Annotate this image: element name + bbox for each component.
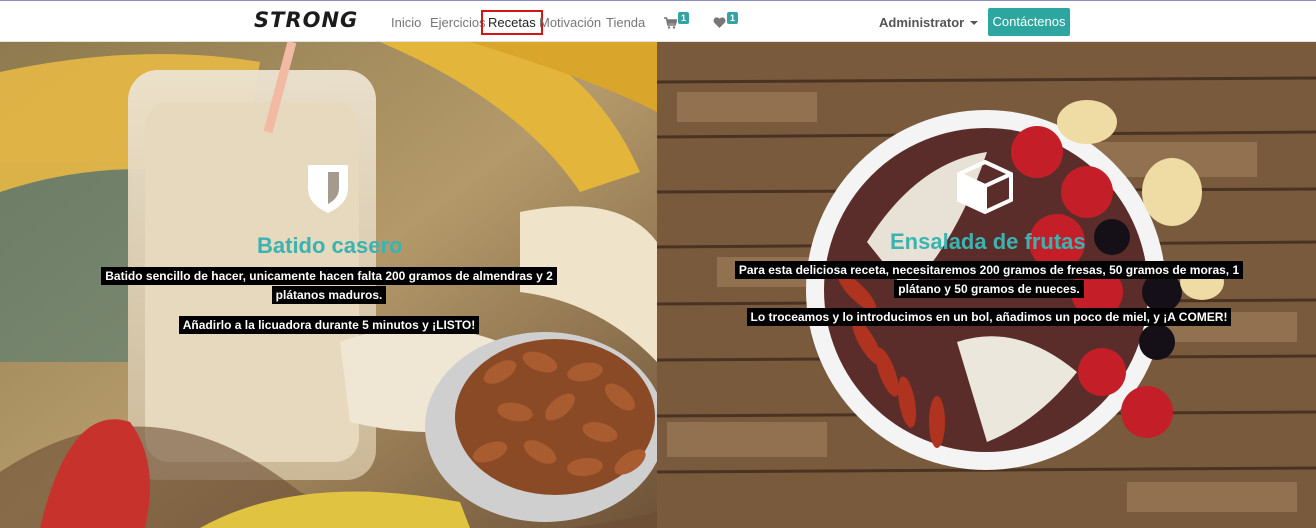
recipe-card-ensalada: Ensalada de frutas Para esta deliciosa r…: [657, 42, 1316, 528]
caret-down-icon: [970, 21, 979, 25]
nav-link-recetas[interactable]: Recetas: [481, 10, 543, 35]
cube-icon: [957, 160, 1013, 214]
recipe-title: Batido casero: [257, 233, 403, 258]
wishlist-count-badge: 1: [727, 12, 739, 24]
recipe-paragraph-2: Lo troceamos y lo introducimos en un bol…: [746, 308, 1232, 326]
nav-link-ejercicios[interactable]: Ejercicios: [430, 15, 486, 30]
recipe-paragraph-1: Batido sencillo de hacer, unicamente hac…: [101, 267, 557, 304]
cart-link[interactable]: 1: [664, 12, 690, 29]
wishlist-link[interactable]: 1: [713, 12, 739, 29]
recipe-instructions: Lo troceamos y lo introducimos en un bol…: [719, 308, 1259, 327]
contact-button[interactable]: Contáctenos: [988, 8, 1070, 36]
heart-icon: [713, 17, 726, 28]
cart-count-badge: 1: [678, 12, 690, 24]
recipe-description: Para esta deliciosa receta, necesitaremo…: [719, 261, 1259, 299]
recipe-card-batido: Batido casero Batido sencillo de hacer, …: [0, 42, 657, 528]
cart-icon: [664, 17, 677, 29]
user-name: Administrator: [879, 15, 965, 30]
top-navbar: STRONG Inicio Ejercicios Recetas Motivac…: [0, 0, 1316, 42]
nav-link-inicio[interactable]: Inicio: [391, 15, 421, 30]
user-menu[interactable]: Administrator: [879, 15, 979, 30]
recipe-paragraph-2: Añadirlo a la licuadora durante 5 minuto…: [178, 316, 480, 334]
shield-icon: [308, 165, 348, 213]
nav-link-motivacion[interactable]: Motivación: [539, 15, 601, 30]
recipe-instructions: Añadirlo a la licuadora durante 5 minuto…: [86, 316, 572, 335]
recipe-title: Ensalada de frutas: [890, 229, 1086, 254]
brand-logo[interactable]: STRONG: [254, 8, 358, 32]
recipe-description: Batido sencillo de hacer, unicamente hac…: [86, 267, 572, 305]
nav-link-tienda[interactable]: Tienda: [606, 15, 645, 30]
recipe-paragraph-1: Para esta deliciosa receta, necesitaremo…: [734, 261, 1244, 298]
